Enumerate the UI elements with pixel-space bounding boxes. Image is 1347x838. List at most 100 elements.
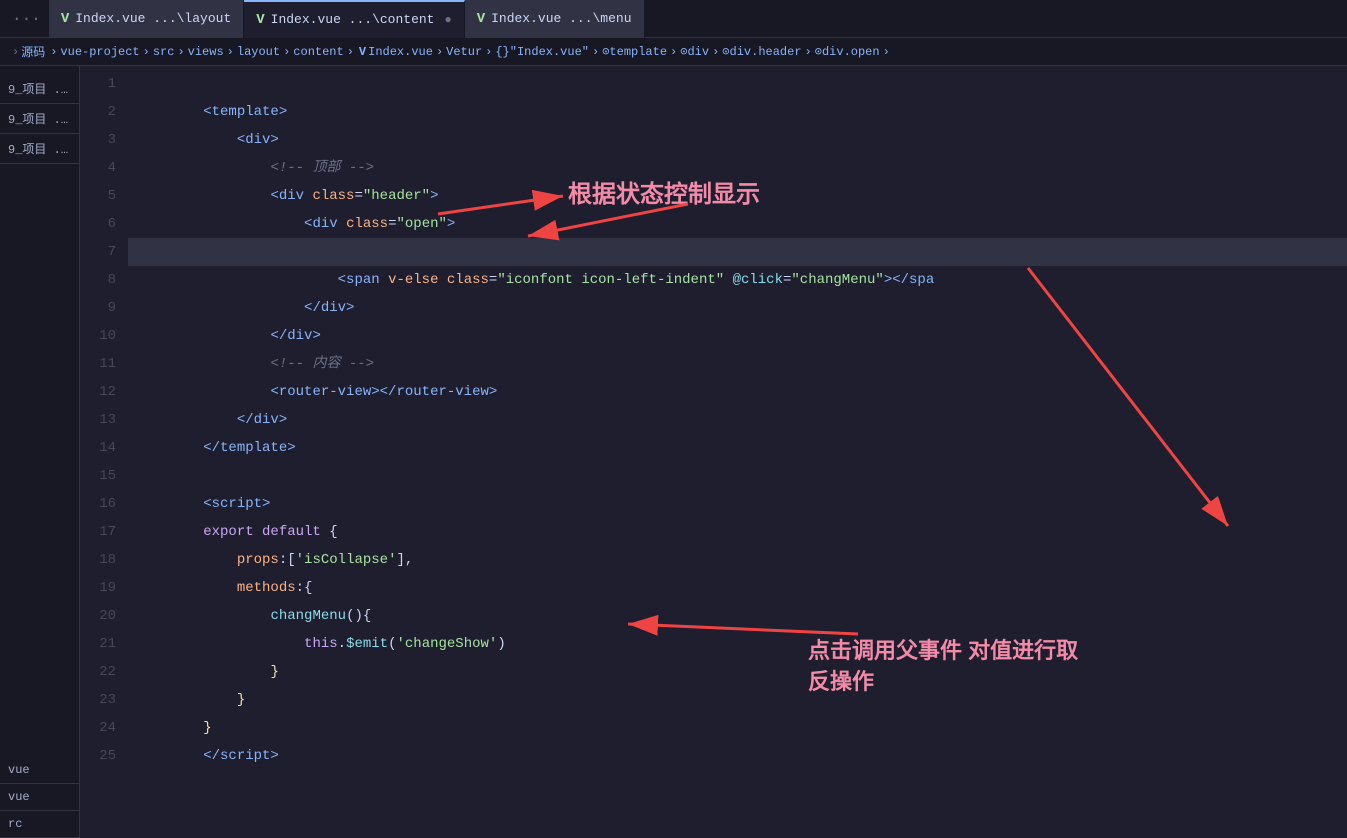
tab-label-2: Index.vue ...\content	[271, 12, 435, 27]
ln-12: 12	[80, 378, 116, 406]
bc-div: div	[687, 45, 709, 59]
bc-div-icon: ⊙	[680, 44, 687, 59]
code-line-8: </div>	[128, 266, 1347, 294]
bc-layout[interactable]: layout	[237, 45, 280, 59]
tab-content[interactable]: V Index.vue ...\content ●	[244, 0, 464, 38]
sidebar-bottom-label-3: rc	[8, 817, 22, 831]
code-line-15: <script>	[128, 462, 1347, 490]
line-numbers: 1 2 3 4 5 6 7 8 9 10 11 12 13 14 15 16 1…	[80, 66, 128, 838]
sidebar-bottom-label-1: vue	[8, 763, 30, 777]
tab-menu[interactable]: V Index.vue ...\menu	[465, 0, 645, 38]
bc-sep-6: ›	[347, 45, 354, 59]
code-line-7: <span v-else class="iconfont icon-left-i…	[128, 238, 1347, 266]
code-line-24: </script>	[128, 714, 1347, 742]
sidebar-label-1: 9_项目 ...	[8, 83, 75, 97]
ln-4: 4	[80, 154, 116, 182]
ln-25: 25	[80, 742, 116, 770]
bc-braces-icon: {}	[495, 45, 509, 59]
bc-template-icon: ⊙	[602, 44, 609, 59]
ln-9: 9	[80, 294, 116, 322]
ln-20: 20	[80, 602, 116, 630]
bc-sep-9: ›	[592, 45, 599, 59]
bc-sep-5: ›	[283, 45, 290, 59]
ln-15: 15	[80, 462, 116, 490]
ln-21: 21	[80, 630, 116, 658]
bc-divheader-icon: ⊙	[722, 44, 729, 59]
bc-src-dir[interactable]: src	[153, 45, 175, 59]
code-line-9: </div>	[128, 294, 1347, 322]
tab-bar: ··· V Index.vue ...\layout V Index.vue .…	[0, 0, 1347, 38]
bc-divopen-icon: ⊙	[815, 44, 822, 59]
ln-6: 6	[80, 210, 116, 238]
bc-sep-8: ›	[485, 45, 492, 59]
sidebar-item-2[interactable]: 9_项目 ...	[0, 104, 79, 134]
vue-icon-2: V	[256, 12, 264, 28]
bc-project[interactable]: vue-project	[60, 45, 139, 59]
code-line-5: <div class="open">	[128, 182, 1347, 210]
code-line-20: this.$emit('changeShow')	[128, 602, 1347, 630]
code-line-25	[128, 742, 1347, 770]
bc-sep-7: ›	[436, 45, 443, 59]
main-layout: 9_项目 ... 9_项目 ... 9_项目 ... vue vue rc 1 …	[0, 66, 1347, 838]
bc-sep-2: ›	[143, 45, 150, 59]
bc-sep-10: ›	[670, 45, 677, 59]
sidebar-item-bottom-3[interactable]: rc	[0, 811, 79, 838]
vue-icon-3: V	[477, 11, 485, 27]
sidebar-item-3[interactable]: 9_项目 ...	[0, 134, 79, 164]
bc-index-vue[interactable]: Index.vue	[368, 45, 433, 59]
bc-sep-11: ›	[712, 45, 719, 59]
tab-dot-2: ●	[444, 13, 451, 27]
ln-2: 2	[80, 98, 116, 126]
bc-sep-3: ›	[177, 45, 184, 59]
code-content-area[interactable]: <template> <div> <!-- 顶部 --> <div class=…	[128, 66, 1347, 838]
code-line-3: <!-- 顶部 -->	[128, 126, 1347, 154]
ln-7: 7	[80, 238, 116, 266]
bc-content[interactable]: content	[293, 45, 343, 59]
breadcrumb-bar: › 源码 › vue-project › src › views › layou…	[0, 38, 1347, 66]
ln-23: 23	[80, 686, 116, 714]
bc-quote-indexvue: "Index.vue"	[510, 45, 589, 59]
ln-10: 10	[80, 322, 116, 350]
bc-src[interactable]: 源码	[21, 43, 45, 60]
code-line-21: }	[128, 630, 1347, 658]
ln-17: 17	[80, 518, 116, 546]
code-line-6: <span v-if="!isCollapse" class="iconfont…	[128, 210, 1347, 238]
tab-label-1: Index.vue ...\layout	[75, 11, 231, 26]
ln-13: 13	[80, 406, 116, 434]
bc-views[interactable]: views	[188, 45, 224, 59]
bc-divheader: div.header	[730, 45, 802, 59]
ln-19: 19	[80, 574, 116, 602]
code-line-14	[128, 434, 1347, 462]
ln-3: 3	[80, 126, 116, 154]
sidebar-item-1[interactable]: 9_项目 ...	[0, 74, 79, 104]
ln-18: 18	[80, 546, 116, 574]
bc-sep-13: ›	[883, 45, 890, 59]
bc-divopen: div.open	[822, 45, 880, 59]
ln-22: 22	[80, 658, 116, 686]
code-line-18: methods:{	[128, 546, 1347, 574]
tab-layout[interactable]: V Index.vue ...\layout	[49, 0, 244, 38]
sidebar-label-2: 9_项目 ...	[8, 113, 75, 127]
ln-16: 16	[80, 490, 116, 518]
tab-overflow[interactable]: ···	[4, 10, 49, 28]
bc-sep-1: ›	[50, 45, 57, 59]
bc-template: template	[609, 45, 667, 59]
code-line-4: <div class="header">	[128, 154, 1347, 182]
code-line-16: export default {	[128, 490, 1347, 518]
ln-8: 8	[80, 266, 116, 294]
ln-1: 1	[80, 70, 116, 98]
bc-vetur: Vetur	[446, 45, 482, 59]
sidebar-item-bottom-1[interactable]: vue	[0, 757, 79, 784]
bc-arrow: ›	[12, 45, 19, 59]
code-line-11: <router-view></router-view>	[128, 350, 1347, 378]
code-line-12: </div>	[128, 378, 1347, 406]
sidebar-item-bottom-2[interactable]: vue	[0, 784, 79, 811]
sidebar-bottom-label-2: vue	[8, 790, 30, 804]
code-line-10: <!-- 内容 -->	[128, 322, 1347, 350]
code-editor[interactable]: 1 2 3 4 5 6 7 8 9 10 11 12 13 14 15 16 1…	[80, 66, 1347, 838]
vue-icon-1: V	[61, 11, 69, 27]
code-line-22: }	[128, 658, 1347, 686]
vue-file-icon: V	[359, 45, 366, 59]
code-line-13: </template>	[128, 406, 1347, 434]
tab-label-3: Index.vue ...\menu	[491, 11, 631, 26]
